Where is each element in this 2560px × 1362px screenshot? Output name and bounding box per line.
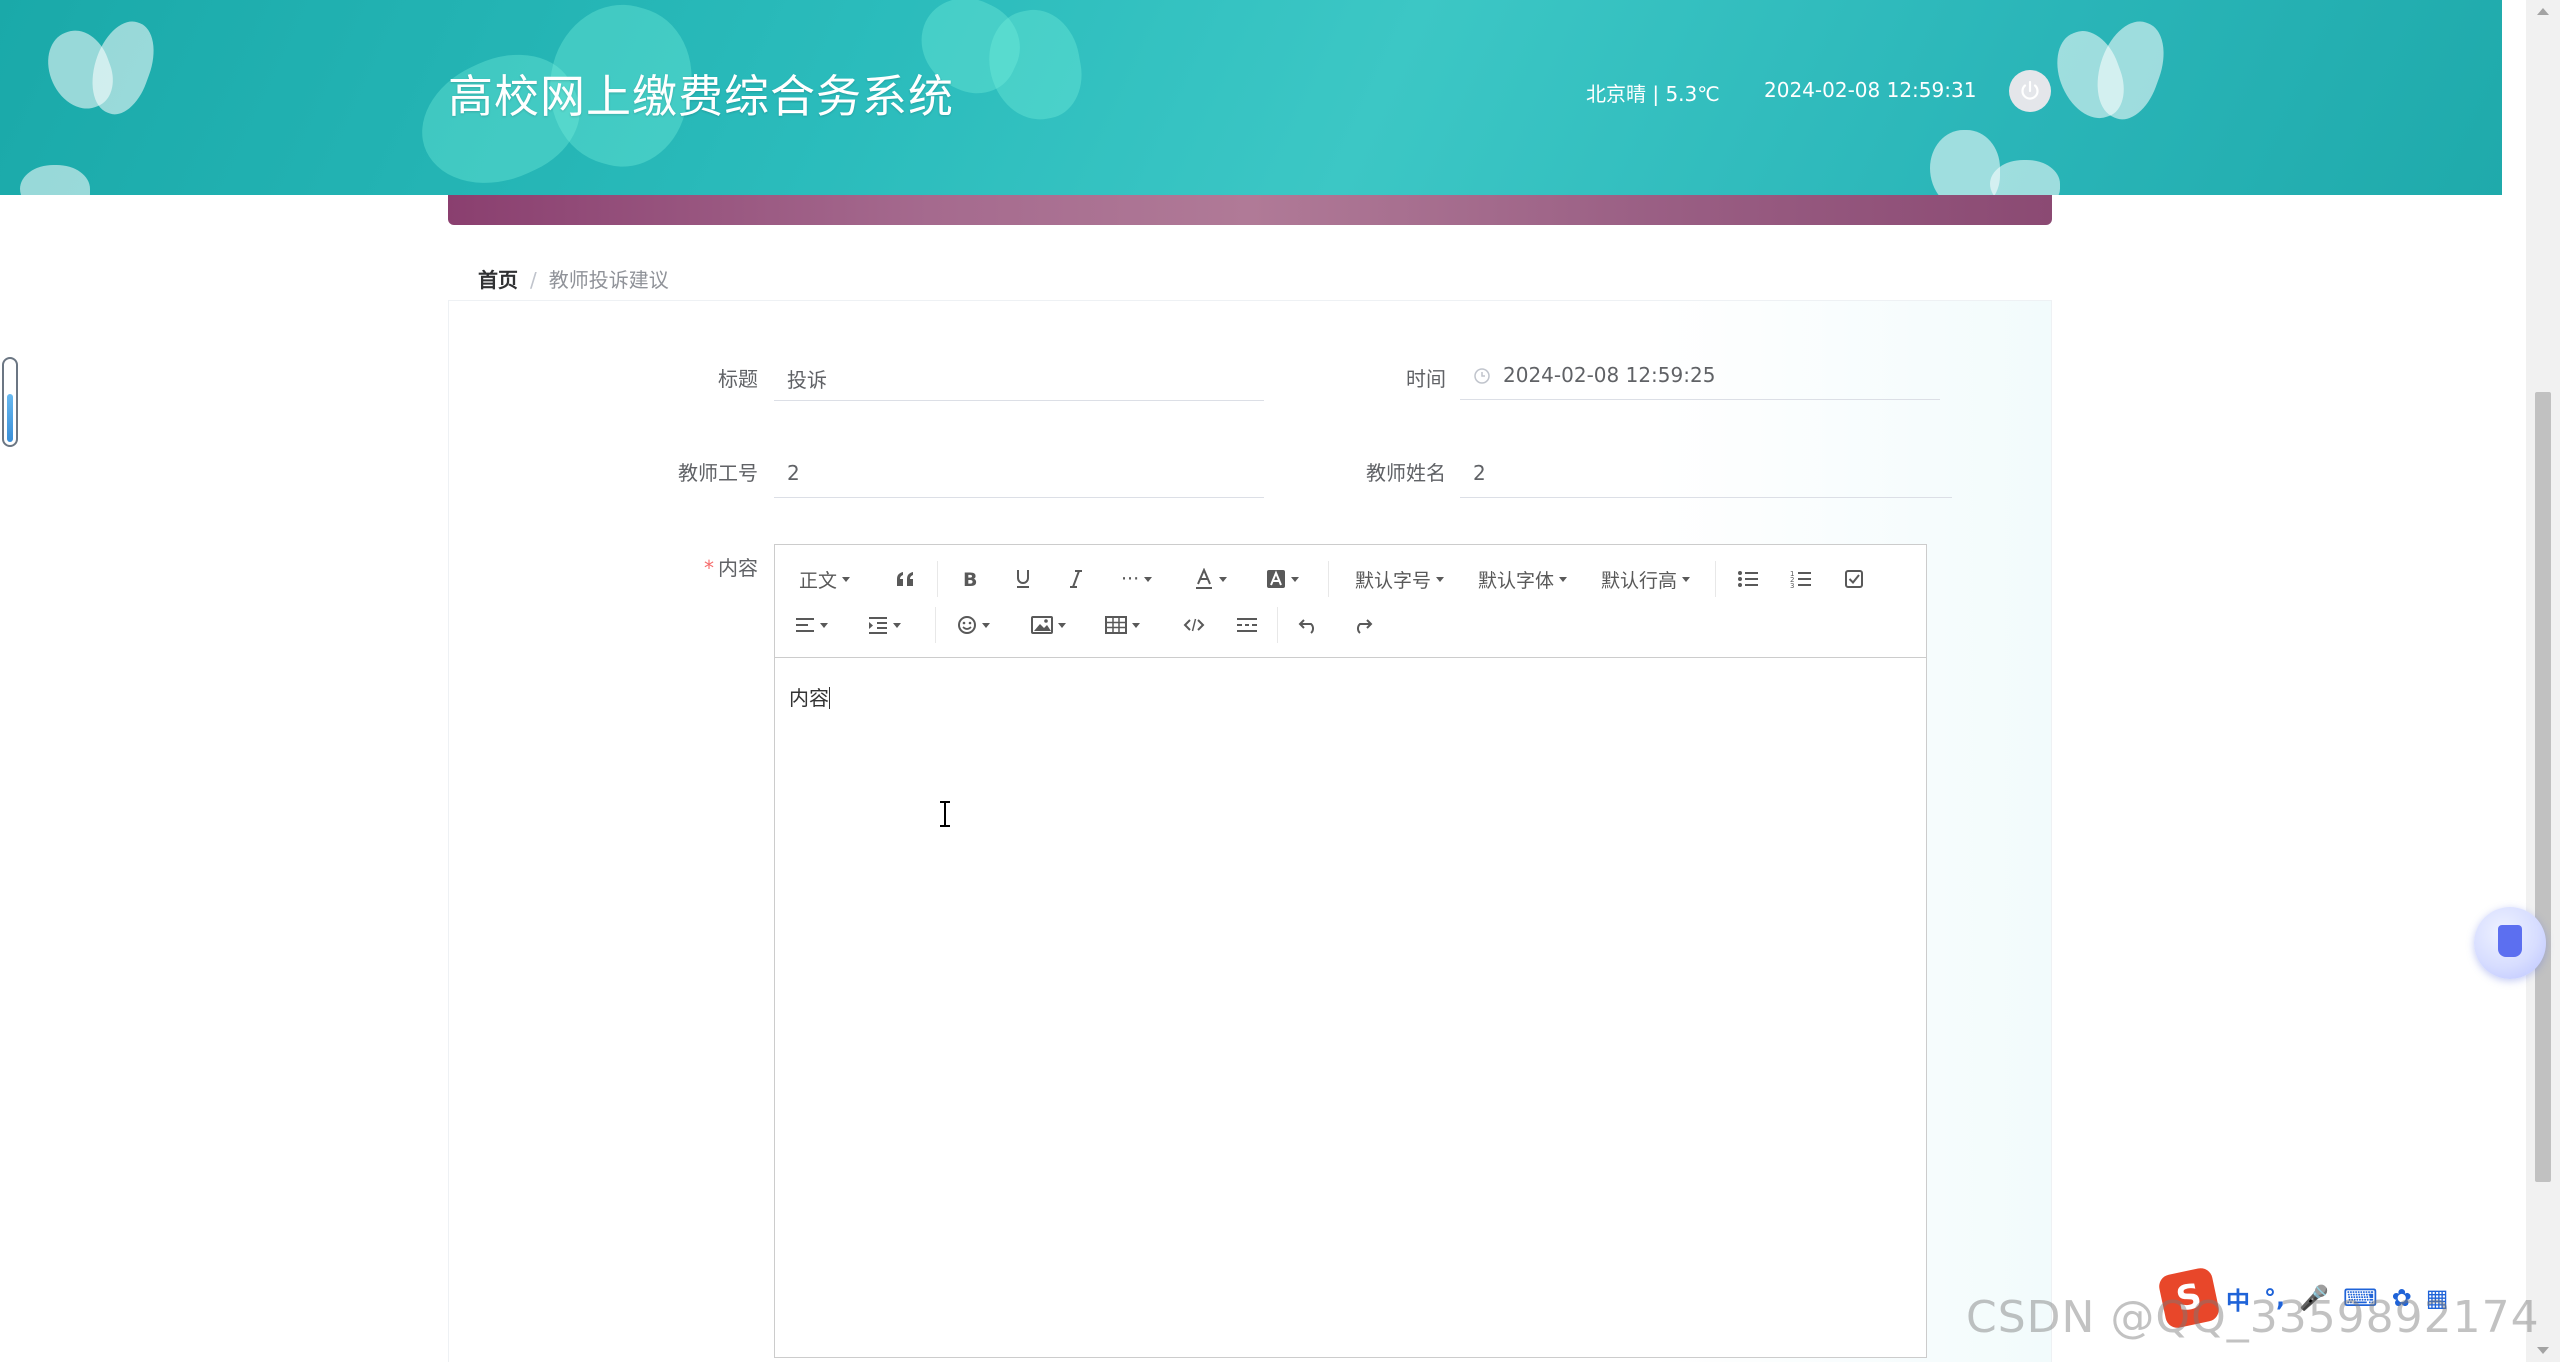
emoji-icon <box>958 616 976 634</box>
numbered-list-button[interactable]: 123 <box>1786 561 1816 597</box>
font-color-icon <box>1196 568 1212 589</box>
site-title: 高校网上缴费综合务系统 <box>448 70 955 123</box>
horizontal-rule-icon <box>1237 618 1257 632</box>
watermark-text: CSDN @QQ_3359892174 <box>1966 1292 2540 1343</box>
breadcrumb: 首页 / 教师投诉建议 <box>478 264 669 293</box>
divider-button[interactable] <box>1232 607 1262 643</box>
time-label: 时间 <box>1406 367 1446 391</box>
svg-text:B: B <box>963 569 977 589</box>
scrollbar-thumb[interactable] <box>2535 392 2551 1182</box>
image-dropdown[interactable] <box>1031 607 1066 643</box>
teacher-id-input-value: 2 <box>787 461 800 485</box>
bold-button[interactable]: B <box>955 561 985 597</box>
more-style-dropdown[interactable]: ··· <box>1121 561 1153 597</box>
side-slider-fill <box>7 394 13 442</box>
bullet-list-button[interactable] <box>1733 561 1763 597</box>
italic-button[interactable] <box>1061 561 1091 597</box>
blockquote-button[interactable] <box>890 561 920 597</box>
butterfly-decoration <box>20 165 90 195</box>
undo-icon <box>1298 619 1314 634</box>
rich-text-editor: 正文 B ··· 默认字号 默认字体 默认行高 1 2 3 内容 <box>774 544 1927 1358</box>
banner-strip <box>448 195 2052 225</box>
toolbar-divider <box>1715 561 1716 597</box>
font-size-dropdown[interactable]: 默认字号 <box>1355 561 1445 597</box>
title-input-value: 投诉 <box>787 368 827 392</box>
editor-toolbar: 正文 B ··· 默认字号 默认字体 默认行高 1 2 3 <box>775 545 1926 658</box>
font-color-dropdown[interactable] <box>1194 561 1227 597</box>
datetime-text: 2024-02-08 12:59:31 <box>1764 78 1977 102</box>
butterfly-decoration <box>1990 160 2060 195</box>
checkbox-icon <box>1845 570 1863 588</box>
time-picker-value: 2024-02-08 12:59:25 <box>1503 363 1716 387</box>
logout-button[interactable] <box>2009 70 2051 112</box>
font-size-label: 默认字号 <box>1355 569 1432 592</box>
teacher-name-input[interactable]: 2 <box>1460 448 1952 498</box>
background-color-dropdown[interactable] <box>1266 561 1299 597</box>
heading-dropdown-label: 正文 <box>799 569 838 592</box>
teacher-name-label: 教师姓名 <box>1366 461 1446 485</box>
todo-button[interactable] <box>1839 561 1869 597</box>
undo-button[interactable] <box>1294 607 1324 643</box>
bold-icon: B <box>963 569 977 589</box>
teacher-name-input-value: 2 <box>1473 461 1486 485</box>
header: 高校网上缴费综合务系统 北京晴 | 5.3℃ 2024-02-08 12:59:… <box>0 0 2502 195</box>
emoji-dropdown[interactable] <box>957 607 990 643</box>
svg-text:3: 3 <box>1790 582 1794 589</box>
toolbar-divider <box>937 561 938 597</box>
weather-text: 北京晴 | 5.3℃ <box>1586 82 1720 106</box>
floating-assistant-button[interactable] <box>2474 907 2546 979</box>
time-picker[interactable]: 2024-02-08 12:59:25 <box>1460 350 1940 400</box>
teacher-id-input[interactable]: 2 <box>774 448 1264 498</box>
justify-dropdown[interactable] <box>795 607 828 643</box>
title-label: 标题 <box>718 367 758 391</box>
italic-icon <box>1070 570 1082 588</box>
text-cursor <box>829 687 830 709</box>
table-icon <box>1105 616 1127 634</box>
title-input[interactable]: 投诉 <box>774 351 1264 401</box>
breadcrumb-home[interactable]: 首页 <box>478 268 518 292</box>
font-family-label: 默认字体 <box>1478 569 1555 592</box>
code-icon <box>1183 618 1205 632</box>
line-height-label: 默认行高 <box>1601 569 1678 592</box>
teacher-id-label: 教师工号 <box>678 461 758 485</box>
more-style-label: ··· <box>1121 568 1140 590</box>
line-height-dropdown[interactable]: 默认行高 <box>1601 561 1691 597</box>
breadcrumb-separator: / <box>530 268 537 292</box>
underline-button[interactable] <box>1008 561 1038 597</box>
scroll-down-arrow-icon[interactable] <box>2537 1347 2549 1354</box>
power-icon <box>2021 80 2039 100</box>
toolbar-divider <box>1277 607 1278 643</box>
toolbar-divider <box>935 607 936 643</box>
scroll-up-arrow-icon[interactable] <box>2537 8 2549 15</box>
indent-dropdown[interactable] <box>868 607 901 643</box>
clock-icon <box>1474 368 1490 384</box>
side-slider-widget[interactable] <box>2 357 18 447</box>
editor-content-text: 内容 <box>789 686 829 710</box>
cup-icon <box>2498 925 2522 957</box>
underline-icon <box>1017 570 1029 588</box>
bullet-list-icon <box>1738 571 1758 587</box>
page-scrollbar[interactable] <box>2526 0 2560 1362</box>
required-mark: * <box>704 556 714 580</box>
editor-content-area[interactable]: 内容 <box>775 659 1926 1357</box>
breadcrumb-current: 教师投诉建议 <box>548 268 669 292</box>
code-button[interactable] <box>1179 607 1209 643</box>
quote-icon <box>897 572 913 586</box>
background-color-icon <box>1267 570 1285 588</box>
font-family-dropdown[interactable]: 默认字体 <box>1478 561 1568 597</box>
indent-icon <box>869 617 887 634</box>
heading-dropdown[interactable]: 正文 <box>799 561 851 597</box>
toolbar-divider <box>1328 561 1329 597</box>
numbered-list-icon: 123 <box>1790 570 1811 589</box>
content-label: * 内容 <box>598 552 758 581</box>
content-label-text: 内容 <box>718 556 758 580</box>
table-dropdown[interactable] <box>1105 607 1140 643</box>
redo-button[interactable] <box>1347 607 1377 643</box>
image-icon <box>1031 616 1053 634</box>
align-left-icon <box>796 618 814 632</box>
redo-icon <box>1357 619 1373 634</box>
ibeam-cursor-icon <box>940 801 950 827</box>
